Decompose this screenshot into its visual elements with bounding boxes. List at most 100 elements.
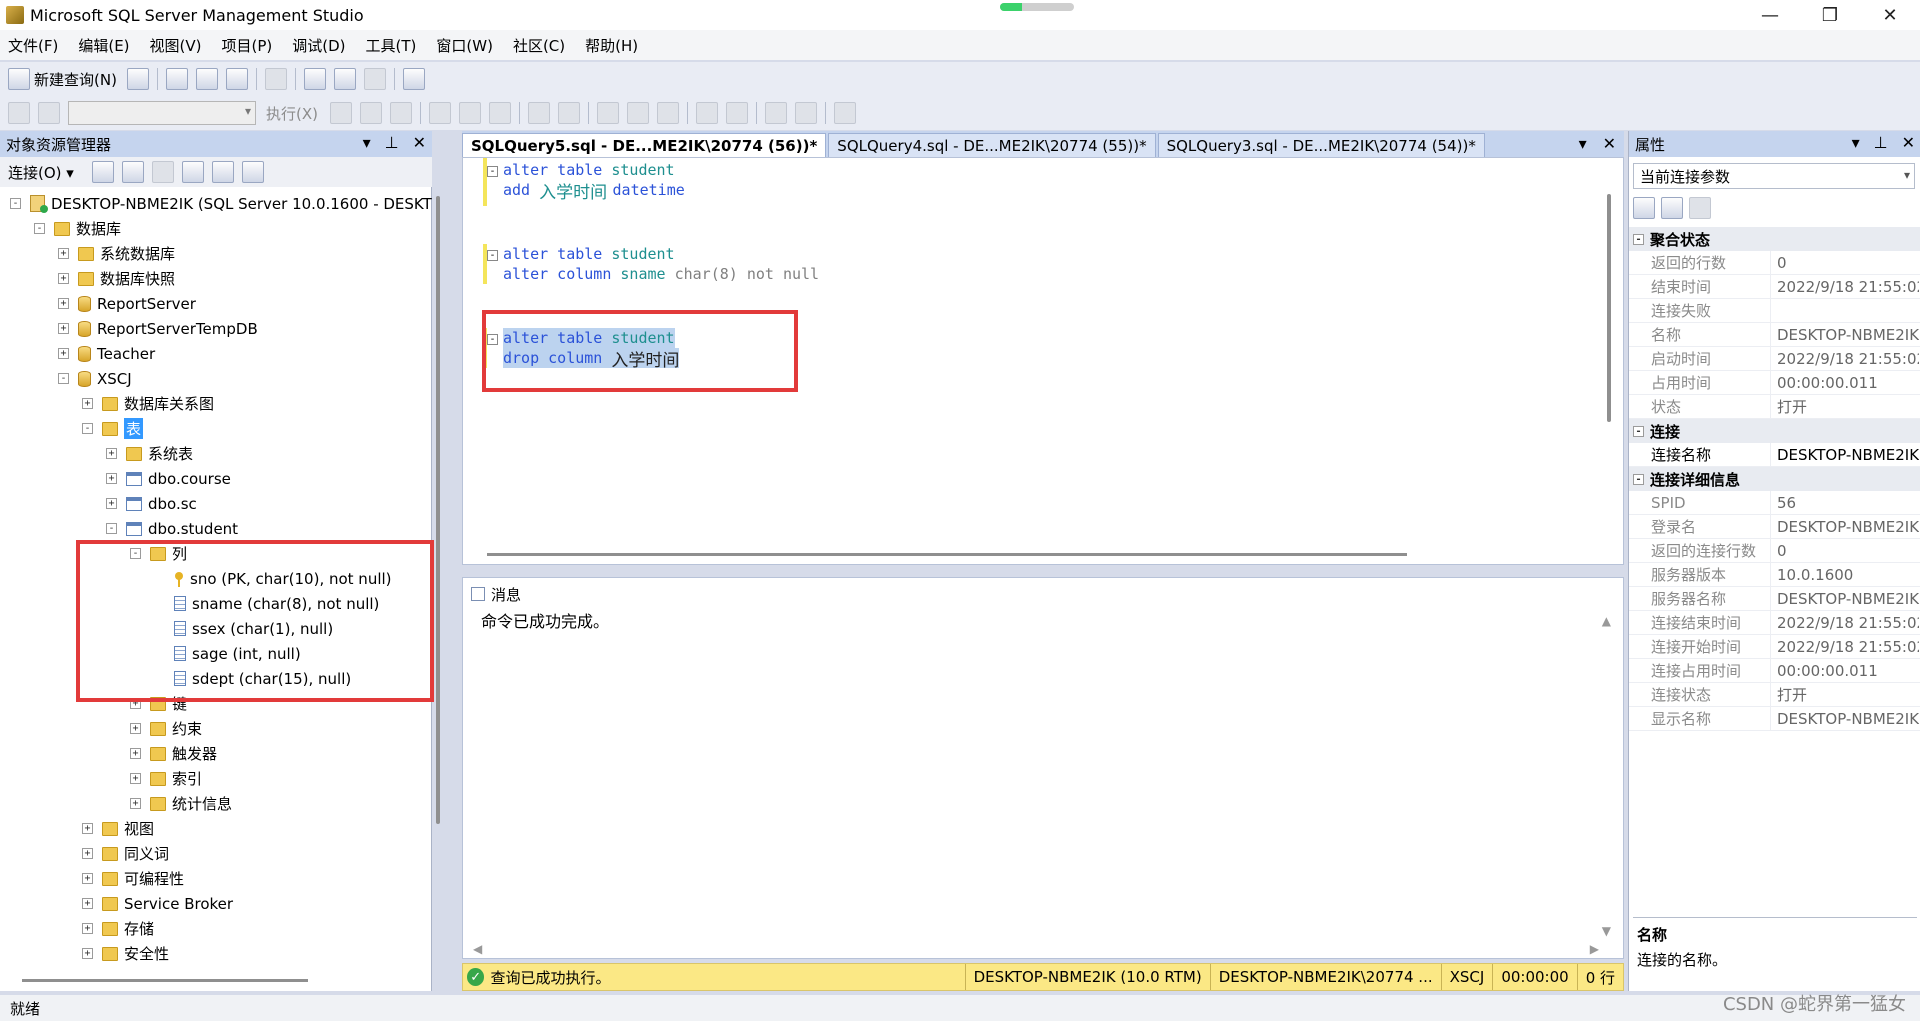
collapse-icon[interactable]: - [34, 223, 45, 234]
menu-item[interactable]: 文件(F) [8, 35, 58, 56]
activity-monitor-icon[interactable] [402, 68, 425, 90]
property-row[interactable]: 结束时间 2022/9/18 21:55:02 [1629, 275, 1920, 299]
tree-node[interactable]: - dbo.student [106, 516, 238, 541]
analysis-query-icon[interactable] [195, 68, 218, 90]
client-stats-icon[interactable] [557, 102, 580, 124]
disconnect-icon[interactable] [121, 161, 144, 183]
close-icon[interactable]: ✕ [1902, 133, 1915, 152]
property-row[interactable]: SPID 56 [1629, 491, 1920, 515]
collapse-icon[interactable]: - [130, 548, 141, 559]
menu-item[interactable]: 项目(P) [222, 35, 273, 56]
tree-node[interactable]: + Service Broker [82, 891, 233, 916]
expand-icon[interactable]: + [130, 798, 141, 809]
property-row[interactable]: 服务器名称 DESKTOP-NBME2IK [1629, 587, 1920, 611]
close-icon[interactable]: ✕ [413, 133, 426, 152]
menu-item[interactable]: 帮助(H) [585, 35, 638, 56]
tree-node[interactable]: + dbo.sc [106, 491, 197, 516]
property-row[interactable]: 返回的连接行数 0 [1629, 539, 1920, 563]
property-row[interactable]: 连接失败 [1629, 299, 1920, 323]
property-row[interactable]: 连接名称 DESKTOP-NBME2IK [1629, 443, 1920, 467]
expand-icon[interactable]: + [130, 698, 141, 709]
expand-icon[interactable]: + [106, 448, 117, 459]
menu-item[interactable]: 窗口(W) [436, 35, 493, 56]
connect-dropdown-button[interactable]: 连接(O) ▾ [8, 162, 74, 183]
tree-node[interactable]: - DESKTOP-NBME2IK (SQL Server 10.0.1600 -… [10, 191, 432, 216]
property-row[interactable]: 连接状态 打开 [1629, 683, 1920, 707]
save-icon[interactable] [333, 68, 356, 90]
specify-template-icon[interactable] [833, 102, 856, 124]
refresh-icon[interactable] [211, 161, 234, 183]
specify-values-icon[interactable] [488, 102, 511, 124]
copy-icon[interactable] [264, 68, 287, 90]
tree-node[interactable]: + 数据库关系图 [82, 391, 214, 416]
decrease-indent-icon[interactable] [764, 102, 787, 124]
parse-check-icon[interactable] [389, 102, 412, 124]
maximize-button[interactable]: ❐ [1800, 0, 1860, 30]
display-plan-icon[interactable] [428, 102, 451, 124]
object-explorer-vertical-scrollbar[interactable] [436, 196, 440, 824]
messages-tab[interactable]: 消息 [471, 582, 521, 606]
property-row[interactable]: 连接开始时间 2022/9/18 21:55:02 [1629, 635, 1920, 659]
scroll-left-arrow-icon[interactable]: ◀ [473, 942, 482, 956]
expand-icon[interactable]: + [58, 248, 69, 259]
tree-node[interactable]: + 触发器 [130, 741, 217, 766]
increase-indent-icon[interactable] [794, 102, 817, 124]
tree-node[interactable]: + 安全性 [82, 941, 169, 961]
connect-server-icon[interactable] [91, 161, 114, 183]
expand-icon[interactable]: + [58, 273, 69, 284]
tree-node[interactable]: + dbo.course [106, 466, 231, 491]
execute-button[interactable]: 执行(X) [266, 103, 318, 124]
scroll-right-arrow-icon[interactable]: ▶ [1590, 942, 1599, 956]
tab-list-dropdown-icon[interactable]: ▾ [1579, 134, 1587, 153]
object-explorer-horizontal-scrollbar[interactable] [22, 979, 308, 982]
pin-icon[interactable]: ⊥ [385, 133, 399, 152]
expand-icon[interactable]: + [82, 948, 93, 959]
collapse-icon[interactable]: - [10, 198, 21, 209]
tree-node[interactable]: + 统计信息 [130, 791, 232, 816]
tree-node[interactable]: + 视图 [82, 816, 154, 841]
property-row[interactable]: 服务器版本 10.0.1600 [1629, 563, 1920, 587]
properties-object-select[interactable]: 当前连接参数 [1633, 163, 1915, 189]
scroll-up-arrow-icon[interactable]: ▲ [1602, 614, 1611, 628]
expand-icon[interactable]: + [106, 498, 117, 509]
dropdown-icon[interactable]: ▾ [1852, 133, 1860, 152]
sql-editor[interactable]: - alter table student add 入学时间 datetime … [462, 157, 1624, 565]
property-category[interactable]: - 连接 [1629, 419, 1920, 443]
change-connection-icon[interactable] [38, 102, 60, 124]
expand-icon[interactable]: + [58, 298, 69, 309]
property-row[interactable]: 连接占用时间 00:00:00.011 [1629, 659, 1920, 683]
property-row[interactable]: 状态 打开 [1629, 395, 1920, 419]
expand-icon[interactable]: + [82, 898, 93, 909]
expand-icon[interactable]: + [130, 723, 141, 734]
tree-node[interactable]: + 存储 [82, 916, 154, 941]
expand-icon[interactable]: + [82, 873, 93, 884]
stop-icon[interactable] [359, 102, 382, 124]
database-engine-query-icon[interactable] [165, 68, 188, 90]
tree-node[interactable]: - XSCJ [58, 366, 132, 391]
tree-node[interactable]: + ReportServerTempDB [58, 316, 258, 341]
mdx-query-icon[interactable] [225, 68, 248, 90]
property-row[interactable]: 启动时间 2022/9/18 21:55:02 [1629, 347, 1920, 371]
expand-icon[interactable]: + [130, 748, 141, 759]
property-row[interactable]: 返回的行数 0 [1629, 251, 1920, 275]
tree-node[interactable]: + 键 [130, 691, 187, 716]
tree-node[interactable]: + 同义词 [82, 841, 169, 866]
tree-node[interactable]: + 约束 [130, 716, 202, 741]
tree-node[interactable]: + 系统数据库 [58, 241, 175, 266]
tree-node[interactable]: + Teacher [58, 341, 155, 366]
print-icon[interactable] [363, 68, 386, 90]
debug-icon[interactable] [329, 102, 352, 124]
expand-icon[interactable]: + [58, 348, 69, 359]
tree-node[interactable]: - 数据库 [34, 216, 121, 241]
property-category[interactable]: - 聚合状态 [1629, 227, 1920, 251]
tree-node[interactable]: sdept (char(15), null) [154, 666, 351, 691]
document-tab[interactable]: SQLQuery5.sql - DE...ME2IK\20774 (56))* [462, 133, 827, 157]
property-row[interactable]: 连接结束时间 2022/9/18 21:55:02 [1629, 611, 1920, 635]
fold-toggle[interactable]: - [487, 250, 498, 261]
expand-icon[interactable]: + [82, 823, 93, 834]
stop-icon[interactable] [151, 161, 174, 183]
collapse-icon[interactable]: - [82, 423, 93, 434]
pin-icon[interactable]: ⊥ [1874, 133, 1888, 152]
property-row[interactable]: 名称 DESKTOP-NBME2IK [1629, 323, 1920, 347]
new-query-button[interactable]: 新建查询(N) [8, 68, 117, 90]
